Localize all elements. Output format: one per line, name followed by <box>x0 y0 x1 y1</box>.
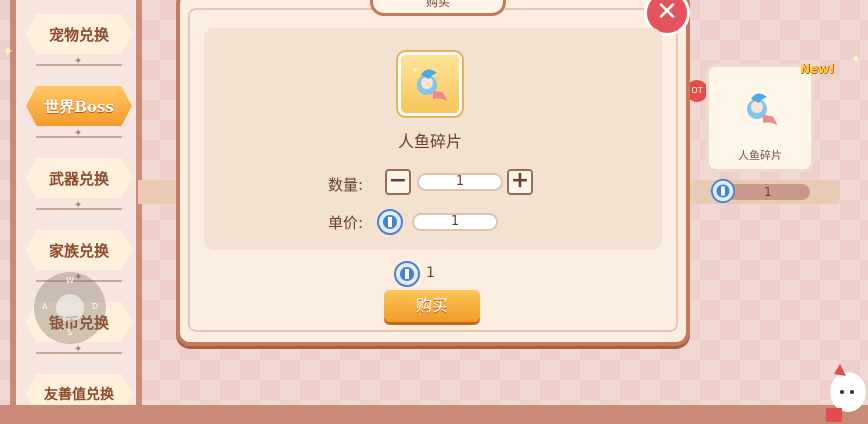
total-cost: 1 <box>426 265 435 281</box>
svg-text:✦: ✦ <box>411 66 419 76</box>
item-name: 人鱼碎片 <box>397 132 462 151</box>
mermaid-fragment-icon <box>747 93 777 125</box>
coin-icon <box>377 209 403 235</box>
unit-price-field: 1 <box>412 213 498 231</box>
joystick-knob[interactable] <box>56 294 84 322</box>
coin-icon <box>394 261 420 287</box>
quantity-input[interactable]: 1 <box>417 173 503 191</box>
sidebar-item-pet-exchange[interactable]: 宠物兑换 <box>26 14 132 54</box>
joystick-down-label: S <box>67 328 73 337</box>
product-card-price: 1 <box>726 184 810 200</box>
sidebar-divider <box>36 200 122 211</box>
quantity-minus-button[interactable]: − <box>385 169 411 195</box>
close-icon: ✕ <box>656 0 678 27</box>
minus-icon: − <box>388 168 408 193</box>
coin-icon <box>710 178 736 204</box>
product-card-name: 人鱼碎片 <box>738 149 782 162</box>
new-badge: New! <box>800 62 835 76</box>
plus-icon: + <box>510 168 530 193</box>
quantity-plus-button[interactable]: + <box>507 169 533 195</box>
quantity-label: 数量: <box>328 176 364 194</box>
joystick-left-label: A <box>42 302 48 311</box>
bottom-frame <box>0 405 868 424</box>
sidebar-item-world-boss[interactable]: 世界Boss <box>26 86 132 126</box>
dialog-title: 购买 <box>370 0 506 16</box>
shelf-left <box>138 180 178 204</box>
mascot-icon <box>826 364 866 422</box>
virtual-joystick[interactable]: W A D S <box>34 272 106 344</box>
unit-price-label: 单价: <box>328 214 364 232</box>
sidebar-divider <box>36 344 122 355</box>
item-icon-frame: ✦ <box>398 52 462 116</box>
sparkle-icon: ✦ <box>850 52 862 68</box>
mermaid-fragment-icon: ✦ <box>411 66 447 101</box>
exchange-sidebar: 宠物兑换 世界Boss 武器兑换 家族兑换 银币兑换 友善值兑换 <box>10 0 142 414</box>
sidebar-divider <box>36 56 122 67</box>
buy-button[interactable]: 购买 <box>384 290 480 322</box>
sidebar-item-weapon-exchange[interactable]: 武器兑换 <box>26 158 132 198</box>
sidebar-item-family-exchange[interactable]: 家族兑换 <box>26 230 132 270</box>
product-card[interactable]: 人鱼碎片 <box>706 64 814 172</box>
sparkle-icon: ✦ <box>2 44 14 60</box>
joystick-up-label: W <box>66 276 74 285</box>
joystick-right-label: D <box>92 302 99 311</box>
sidebar-divider <box>36 128 122 139</box>
